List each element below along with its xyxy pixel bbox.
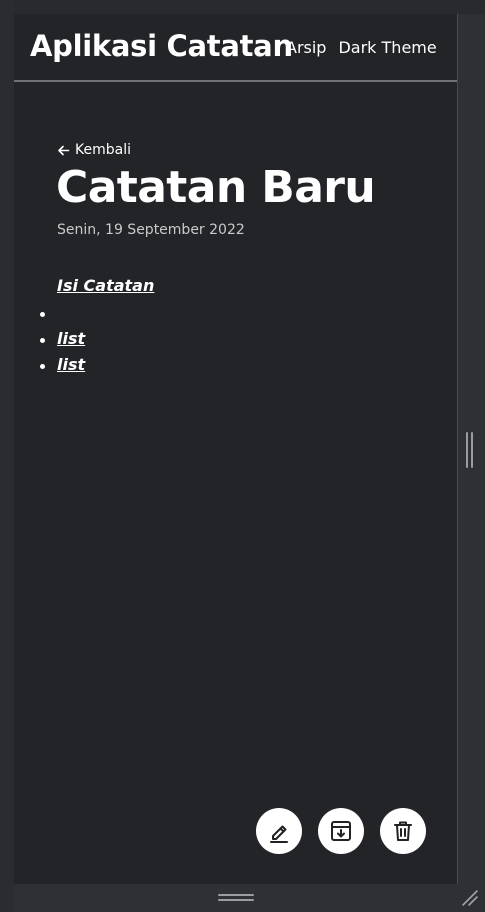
pencil-icon	[270, 825, 288, 843]
header-nav: Arsip Dark Theme	[286, 38, 449, 57]
list-item: list	[39, 329, 85, 355]
note-body-list: list list	[39, 303, 85, 381]
arrow-left-icon	[58, 145, 70, 155]
vertical-resize-handle[interactable]	[466, 432, 474, 468]
archive-button[interactable]	[318, 808, 364, 854]
list-item	[39, 303, 85, 329]
horizontal-resize-handle[interactable]	[218, 894, 254, 902]
resize-grip-icon[interactable]	[461, 889, 479, 907]
nav-link-arsip[interactable]: Arsip	[286, 38, 326, 57]
note-date: Senin, 19 September 2022	[57, 222, 245, 238]
app-header: Aplikasi Catatan Arsip Dark Theme	[14, 14, 457, 82]
back-link[interactable]: Kembali	[57, 142, 131, 158]
archive-icon	[331, 821, 351, 841]
trash-icon	[394, 821, 412, 841]
nav-link-dark-theme[interactable]: Dark Theme	[338, 38, 436, 57]
edit-button[interactable]	[256, 808, 302, 854]
note-title: Catatan Baru	[56, 162, 376, 213]
window-left-strip	[0, 0, 14, 912]
note-body-heading: Isi Catatan	[57, 276, 155, 295]
back-link-label: Kembali	[75, 142, 131, 158]
list-item: list	[39, 355, 85, 381]
delete-button[interactable]	[380, 808, 426, 854]
window-top-bar	[0, 0, 485, 14]
app-title: Aplikasi Catatan	[30, 29, 293, 63]
app-viewport: Aplikasi Catatan Arsip Dark Theme Kembali…	[14, 14, 457, 884]
